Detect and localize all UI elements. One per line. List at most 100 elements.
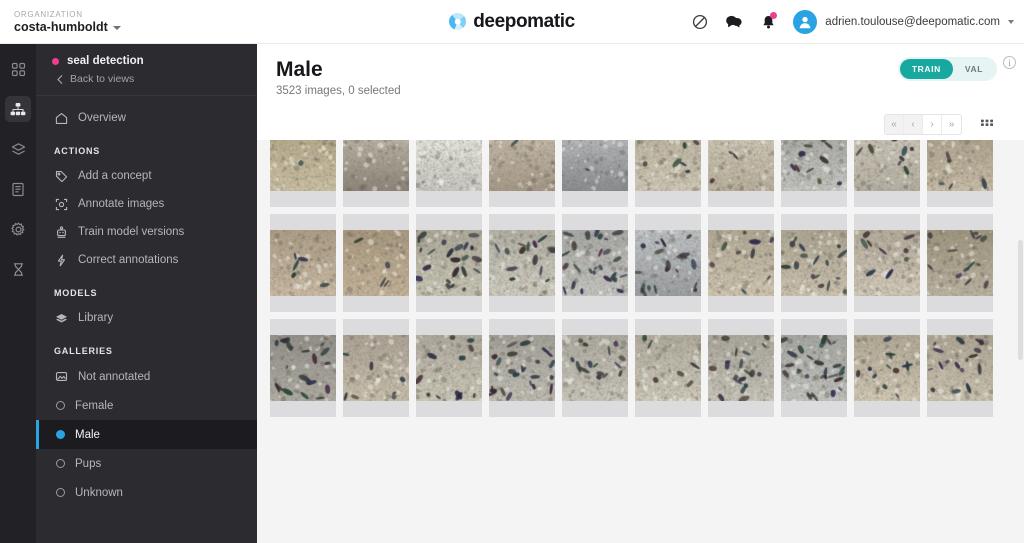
back-to-views-link[interactable]: Back to views (52, 73, 241, 85)
gallery-scrollbar[interactable] (1016, 140, 1024, 543)
thumbnail-card[interactable] (270, 140, 336, 207)
thumbnail-card[interactable] (708, 319, 774, 417)
main-header: Male 3523 images, 0 selected TRAIN VAL i… (257, 44, 1024, 140)
rail-item-hourglass-icon[interactable] (5, 256, 31, 282)
home-icon (54, 111, 68, 125)
top-bar-actions: adrien.toulouse@deepomatic.com (683, 0, 1014, 44)
thumbnail-image (489, 230, 555, 296)
sidebar-item-library[interactable]: Library (36, 304, 257, 332)
thumbnail-card[interactable] (635, 319, 701, 417)
no-entry-icon[interactable] (683, 0, 717, 44)
thumbnail-card[interactable] (781, 214, 847, 312)
chat-icon[interactable] (717, 0, 751, 44)
sidebar-nav: Overview ACTIONS Add a concept Annotate … (36, 96, 257, 507)
deepomatic-logo-icon (449, 13, 467, 30)
thumbnail-card[interactable] (562, 214, 628, 312)
organization-selector[interactable]: ORGANIZATION costa-humboldt (0, 9, 260, 35)
pagination: « ‹ › » (884, 114, 962, 135)
thumbnail-card[interactable] (781, 140, 847, 207)
brand-logo[interactable]: deepomatic (412, 11, 612, 33)
thumbnail-image (562, 335, 628, 401)
chevron-down-icon (1008, 20, 1014, 24)
sidebar-section-models: MODELS (54, 288, 98, 298)
sidebar-item-male[interactable]: Male (36, 420, 257, 449)
sidebar-item-not-annotated[interactable]: Not annotated (36, 362, 257, 391)
sidebar-item-unknown[interactable]: Unknown (36, 478, 257, 507)
thumbnail-card[interactable] (343, 214, 409, 312)
thumbnail-card[interactable] (708, 140, 774, 207)
thumbnail-card[interactable] (489, 319, 555, 417)
rail-item-document-icon[interactable] (5, 176, 31, 202)
organization-label: ORGANIZATION (14, 9, 83, 19)
sidebar-item-label: Add a concept (78, 170, 152, 182)
first-page-button[interactable]: « (885, 115, 904, 134)
thumbnail-image (781, 230, 847, 296)
rail-item-dashboard-icon[interactable] (5, 56, 31, 82)
tag-icon (54, 169, 68, 183)
thumbnail-image (489, 140, 555, 191)
thumbnail-card[interactable] (927, 140, 993, 207)
prev-page-button[interactable]: ‹ (904, 115, 923, 134)
thumbnail-card[interactable] (562, 140, 628, 207)
thumbnail-card[interactable] (854, 319, 920, 417)
thumbnail-card[interactable] (343, 319, 409, 417)
thumbnail-image (708, 335, 774, 401)
sidebar-item-label: Train model versions (78, 226, 185, 238)
thumbnail-card[interactable] (854, 140, 920, 207)
thumbnail-image (927, 230, 993, 296)
train-val-toggle: TRAIN VAL (897, 57, 997, 81)
layers-icon (54, 311, 68, 325)
tab-train[interactable]: TRAIN (899, 59, 953, 79)
bell-icon[interactable] (751, 0, 785, 44)
thumbnail-card[interactable] (854, 214, 920, 312)
last-page-button[interactable]: » (942, 115, 961, 134)
thumbnail-card[interactable] (489, 140, 555, 207)
thumbnail-image (635, 335, 701, 401)
sidebar-item-annotate-images[interactable]: Annotate images (36, 190, 257, 218)
grid-view-icon[interactable] (977, 114, 997, 134)
info-icon[interactable]: i (1003, 56, 1016, 69)
sidebar-item-correct-annotations[interactable]: Correct annotations (36, 246, 257, 274)
rail-item-layers-icon[interactable] (5, 136, 31, 162)
sidebar-item-overview[interactable]: Overview (36, 104, 257, 132)
thumbnail-card[interactable] (635, 140, 701, 207)
thumbnail-card[interactable] (270, 319, 336, 417)
thumbnail-card[interactable] (708, 214, 774, 312)
rail-item-sitemap-icon[interactable] (5, 96, 31, 122)
thumbnail-card[interactable] (927, 319, 993, 417)
sidebar-section-actions: ACTIONS (54, 146, 101, 156)
radio-icon (56, 488, 65, 497)
user-menu[interactable]: adrien.toulouse@deepomatic.com (793, 10, 1014, 34)
thumbnail-card[interactable] (489, 214, 555, 312)
user-email: adrien.toulouse@deepomatic.com (825, 16, 1000, 28)
thumbnail-card[interactable] (635, 214, 701, 312)
thumbnail-card[interactable] (416, 319, 482, 417)
image-icon (54, 370, 68, 384)
thumbnail-image (562, 140, 628, 191)
thumbnail-image (489, 335, 555, 401)
sidebar-item-label: Annotate images (78, 198, 165, 210)
radio-icon (56, 430, 65, 439)
thumbnail-image (343, 335, 409, 401)
sidebar-item-female[interactable]: Female (36, 391, 257, 420)
thumbnail-card[interactable] (416, 140, 482, 207)
back-to-views-label: Back to views (70, 73, 135, 85)
thumbnail-card[interactable] (270, 214, 336, 312)
rail-item-gear-icon[interactable] (5, 216, 31, 242)
next-page-button[interactable]: › (923, 115, 942, 134)
thumbnail-image (781, 140, 847, 191)
thumbnail-card[interactable] (927, 214, 993, 312)
thumbnail-card[interactable] (416, 214, 482, 312)
sidebar-item-pups[interactable]: Pups (36, 449, 257, 478)
thumbnail-image (270, 140, 336, 191)
thumbnail-card[interactable] (781, 319, 847, 417)
sidebar-item-train-model-versions[interactable]: Train model versions (36, 218, 257, 246)
tab-val[interactable]: VAL (953, 59, 995, 79)
scrollbar-thumb[interactable] (1018, 240, 1023, 360)
thumbnail-card[interactable] (562, 319, 628, 417)
image-gallery[interactable] (257, 140, 1024, 543)
thumbnail-image (781, 335, 847, 401)
lightning-icon (54, 253, 68, 267)
thumbnail-card[interactable] (343, 140, 409, 207)
sidebar-item-add-a-concept[interactable]: Add a concept (36, 162, 257, 190)
